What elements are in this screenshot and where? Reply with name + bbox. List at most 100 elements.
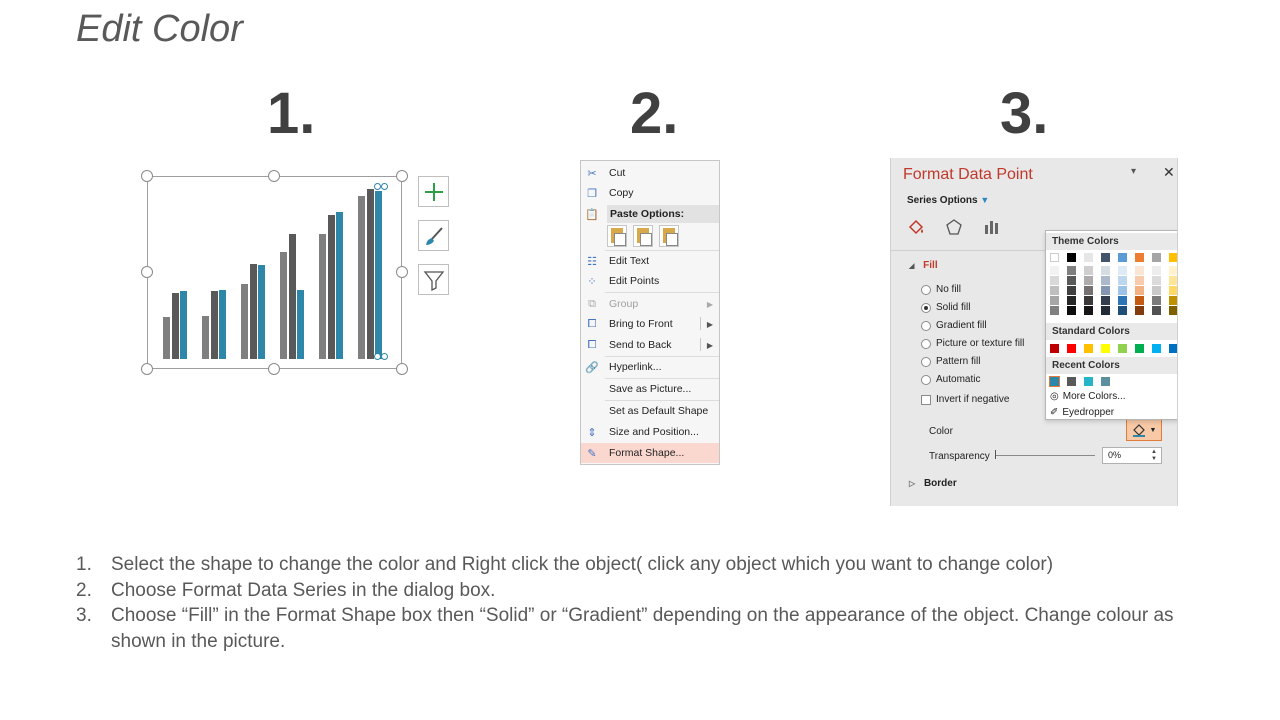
resize-handle-bottom[interactable]	[268, 363, 280, 375]
color-swatch[interactable]	[1118, 276, 1127, 285]
color-swatch[interactable]	[1067, 253, 1076, 262]
picture-texture-fill-option[interactable]: Picture or texture fill	[921, 338, 1024, 349]
border-section-header[interactable]: ▷ Border	[909, 478, 957, 489]
color-swatch[interactable]	[1135, 253, 1144, 262]
color-swatch[interactable]	[1169, 266, 1177, 275]
resize-handle-bottom-right[interactable]	[396, 363, 408, 375]
submenu-arrow-icon[interactable]: ▶	[707, 320, 713, 329]
color-swatch[interactable]	[1084, 253, 1093, 262]
color-swatch[interactable]	[1135, 276, 1144, 285]
color-swatch[interactable]	[1101, 276, 1110, 285]
chart-styles-button[interactable]	[418, 220, 449, 251]
color-swatch[interactable]	[1067, 266, 1076, 275]
menu-item-size-and-position[interactable]: ⇕ Size and Position...	[581, 422, 719, 442]
color-swatch[interactable]	[1050, 344, 1059, 353]
series-options-tab-icon[interactable]	[983, 218, 1001, 236]
paste-keep-source-icon[interactable]	[607, 225, 627, 247]
chart-filters-button[interactable]	[418, 264, 449, 295]
more-colors-item[interactable]: ◎ More Colors...	[1050, 391, 1126, 402]
color-swatch[interactable]	[1118, 296, 1127, 305]
color-swatch[interactable]	[1169, 253, 1177, 262]
color-swatch[interactable]	[1084, 296, 1093, 305]
fill-color-dropdown-button[interactable]: ▼	[1126, 419, 1162, 441]
pane-options-dropdown[interactable]: ▾	[1131, 166, 1136, 177]
color-swatch[interactable]	[1169, 296, 1177, 305]
color-swatch[interactable]	[1118, 266, 1127, 275]
color-swatch[interactable]	[1152, 276, 1161, 285]
color-swatch[interactable]	[1152, 306, 1161, 315]
chart-elements-button[interactable]	[418, 176, 449, 207]
eyedropper-item[interactable]: ✐ Eyedropper	[1050, 407, 1114, 418]
color-swatch[interactable]	[1050, 296, 1059, 305]
menu-item-save-as-picture[interactable]: Save as Picture...	[581, 379, 719, 399]
color-swatch[interactable]	[1050, 266, 1059, 275]
resize-handle-bottom-left[interactable]	[141, 363, 153, 375]
color-swatch[interactable]	[1067, 296, 1076, 305]
chart-bar[interactable]	[258, 265, 265, 359]
color-swatch[interactable]	[1084, 286, 1093, 295]
color-swatch[interactable]	[1169, 344, 1177, 353]
effects-tab-icon[interactable]	[945, 218, 963, 236]
chart-bar[interactable]	[319, 234, 326, 359]
chart-bar[interactable]	[358, 196, 365, 359]
fill-line-tab-icon[interactable]	[907, 218, 925, 236]
color-swatch[interactable]	[1135, 296, 1144, 305]
color-swatch[interactable]	[1101, 266, 1110, 275]
menu-item-group[interactable]: ⧉ Group ▶	[581, 294, 719, 314]
chart-bar[interactable]	[210, 291, 218, 359]
color-swatch[interactable]	[1067, 377, 1076, 386]
chart-bar[interactable]	[180, 291, 187, 359]
color-swatch[interactable]	[1169, 276, 1177, 285]
chart-bar[interactable]	[280, 251, 287, 359]
color-swatch[interactable]	[1101, 296, 1110, 305]
color-swatch[interactable]	[1152, 344, 1161, 353]
color-swatch[interactable]	[1135, 344, 1144, 353]
pane-close-button[interactable]: ✕	[1163, 164, 1175, 181]
radio-button[interactable]	[921, 284, 931, 295]
color-swatch[interactable]	[1152, 296, 1161, 305]
color-swatch[interactable]	[1084, 306, 1093, 315]
color-swatch[interactable]	[1084, 344, 1093, 353]
resize-handle-top[interactable]	[268, 170, 280, 182]
paste-text-only-icon[interactable]	[633, 225, 653, 247]
transparency-slider[interactable]	[995, 455, 1095, 456]
color-swatch[interactable]	[1118, 306, 1127, 315]
spinner-icon[interactable]: ▲ ▼	[1151, 449, 1157, 463]
chart-bar[interactable]	[366, 189, 374, 359]
color-swatch[interactable]	[1135, 286, 1144, 295]
gradient-fill-option[interactable]: Gradient fill	[921, 320, 987, 331]
automatic-fill-option[interactable]: Automatic	[921, 374, 980, 385]
color-swatch[interactable]	[1169, 306, 1177, 315]
chart-bar[interactable]	[375, 190, 382, 359]
color-swatch[interactable]	[1050, 286, 1059, 295]
color-swatch[interactable]	[1067, 344, 1076, 353]
color-swatch[interactable]	[1118, 344, 1127, 353]
resize-handle-right[interactable]	[396, 266, 408, 278]
color-swatch[interactable]	[1118, 286, 1127, 295]
series-options-dropdown[interactable]: Series Options ▼	[907, 195, 989, 206]
radio-button[interactable]	[921, 338, 931, 349]
no-fill-option[interactable]: No fill	[921, 284, 961, 295]
menu-item-copy[interactable]: ❐ Copy	[581, 183, 719, 203]
resize-handle-top-left[interactable]	[141, 170, 153, 182]
color-swatch[interactable]	[1101, 306, 1110, 315]
chart-bar[interactable]	[219, 289, 226, 359]
color-swatch[interactable]	[1084, 276, 1093, 285]
color-swatch[interactable]	[1152, 253, 1161, 262]
color-swatch[interactable]	[1084, 377, 1093, 386]
chart-bar[interactable]	[327, 215, 335, 359]
transparency-input[interactable]: 0% ▲ ▼	[1102, 447, 1162, 464]
menu-item-format-shape[interactable]: ✎ Format Shape...	[581, 443, 719, 463]
color-swatch[interactable]	[1135, 266, 1144, 275]
color-swatch[interactable]	[1067, 306, 1076, 315]
invert-if-negative-option[interactable]: Invert if negative	[921, 394, 1009, 405]
color-swatch[interactable]	[1050, 306, 1059, 315]
color-swatch[interactable]	[1101, 253, 1110, 262]
transparency-slider-thumb[interactable]	[995, 450, 996, 459]
resize-handle-left[interactable]	[141, 266, 153, 278]
submenu-arrow-icon[interactable]: ▶	[707, 341, 713, 350]
solid-fill-option[interactable]: Solid fill	[921, 302, 970, 313]
color-swatch[interactable]	[1152, 286, 1161, 295]
radio-button[interactable]	[921, 302, 931, 313]
paste-picture-icon[interactable]	[659, 225, 679, 247]
